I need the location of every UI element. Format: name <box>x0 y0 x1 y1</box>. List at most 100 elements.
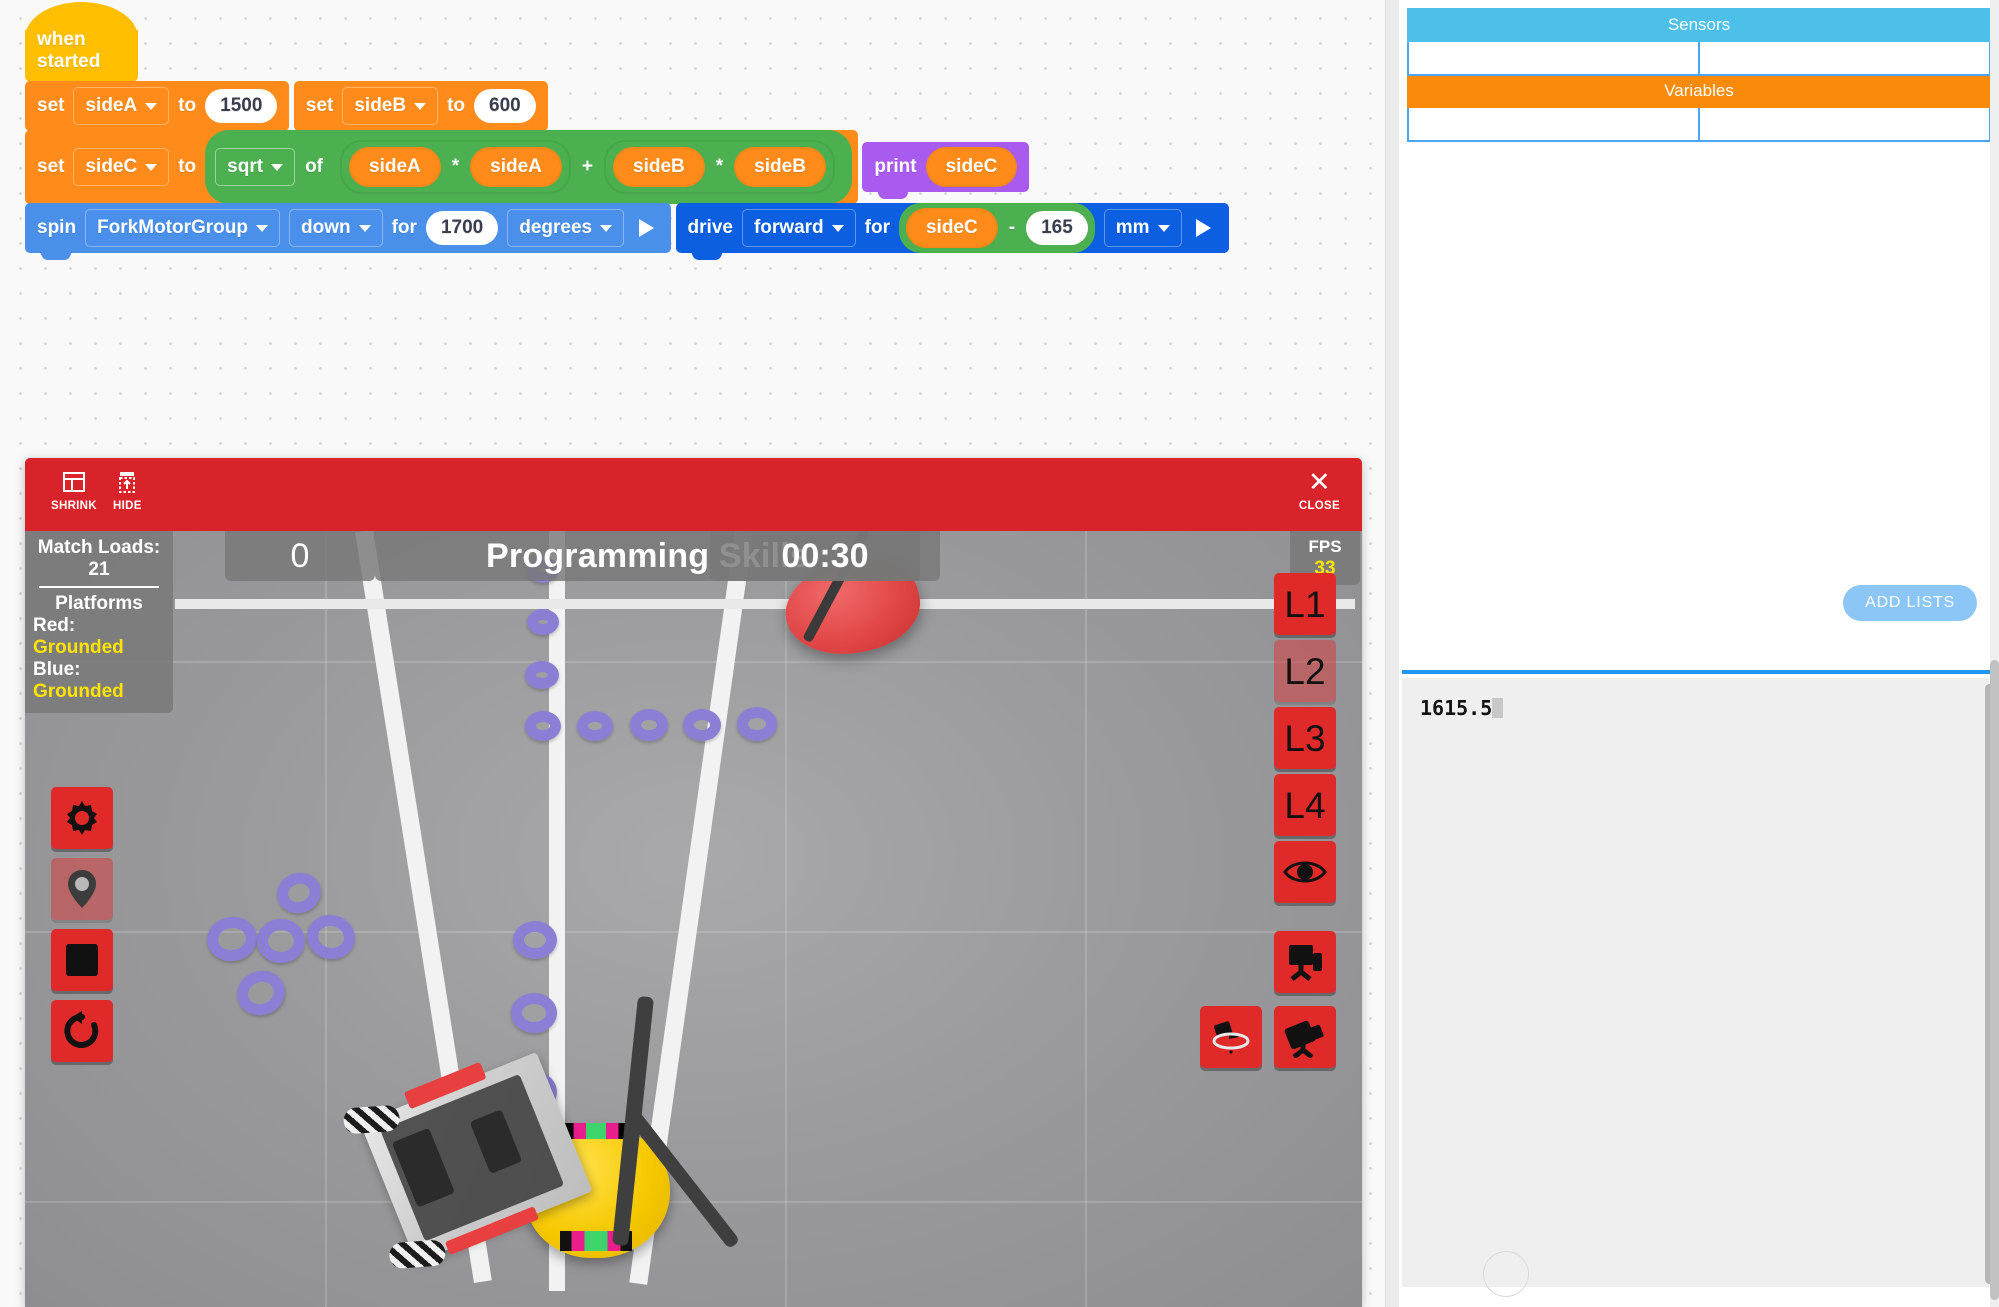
block-addition-operator[interactable]: sideA * sideA + sideB * sideB <box>333 135 842 199</box>
reset-rotate-icon <box>62 1011 102 1051</box>
platform-blue-row: Blue: Grounded <box>33 659 165 703</box>
game-ring <box>271 867 327 919</box>
motor-name: ForkMotorGroup <box>97 217 248 238</box>
variables-name-cell[interactable] <box>1407 106 1700 142</box>
block-set-sideA[interactable]: set sideA to 1500 <box>25 81 290 138</box>
camera-follow-button[interactable] <box>1274 1006 1336 1068</box>
score-value: 0 <box>225 531 375 581</box>
stop-square-icon <box>64 942 100 978</box>
eye-icon <box>1283 858 1327 886</box>
block-sqrt-operator[interactable]: sqrt of sideA * sideA + sideB * sideB <box>205 130 852 204</box>
red-mobile-goal <box>776 547 929 667</box>
simulation-field[interactable]: 0 Programming Skills 00:30 FPS 33 Match … <box>25 531 1362 1307</box>
variable-oval-sideB-1[interactable]: sideB <box>613 147 705 187</box>
block-print[interactable]: print sideC <box>862 142 1030 199</box>
for-keyword: for <box>391 217 417 238</box>
number-input-1500[interactable]: 1500 <box>205 89 278 123</box>
motor-dropdown[interactable]: ForkMotorGroup <box>85 209 280 247</box>
variable-oval-sideB-2[interactable]: sideB <box>734 147 826 187</box>
game-ring <box>230 964 292 1022</box>
block-stack: when started set sideA to 1500 set sideB <box>25 2 1385 260</box>
block-drive[interactable]: drive forward for sideC - 165 mm <box>675 203 1229 260</box>
level-3-button[interactable]: L3 <box>1274 707 1336 769</box>
game-ring <box>525 711 561 741</box>
variable-dropdown-sideB[interactable]: sideB <box>342 87 439 125</box>
level-4-button[interactable]: L4 <box>1274 774 1336 836</box>
close-button[interactable]: ✕ CLOSE <box>1299 467 1340 512</box>
block-multiply-operator-a[interactable]: sideA * sideA <box>340 140 571 194</box>
when-started-label: when started <box>37 29 101 72</box>
shrink-button[interactable]: SHRINK <box>51 467 97 512</box>
number-input-1700[interactable]: 1700 <box>425 211 499 245</box>
number-input-165[interactable]: 165 <box>1026 211 1088 245</box>
block-set-sideC[interactable]: set sideC to sqrt of sideA * sideA + sid… <box>25 130 858 211</box>
resize-grip[interactable] <box>1483 1251 1529 1297</box>
variables-header-row: Variables <box>1407 74 1991 108</box>
camera-orbit-button[interactable] <box>1200 1006 1262 1068</box>
scoreboard: 0 Programming Skills 00:30 FPS 33 <box>25 531 1362 587</box>
block-set-sideB[interactable]: set sideB to 600 <box>293 81 548 138</box>
drive-unit-dropdown[interactable]: mm <box>1103 209 1182 247</box>
run-block-button-drive[interactable] <box>1191 215 1217 241</box>
set-keyword: set <box>37 156 65 177</box>
game-ring <box>683 709 721 741</box>
variables-value-cell[interactable] <box>1698 106 1991 142</box>
variable-name: sideC <box>85 156 138 177</box>
camera-tripod-icon <box>1284 941 1326 983</box>
page-scrollbar-track[interactable] <box>1990 0 1999 1307</box>
add-lists-button[interactable]: ADD LISTS <box>1843 585 1977 621</box>
variable-oval-sideC-drive[interactable]: sideC <box>905 208 998 248</box>
stop-button[interactable] <box>51 929 113 991</box>
simulator-toolbar: SHRINK HIDE ✕ CLOSE <box>25 458 1362 531</box>
variable-dropdown-sideA[interactable]: sideA <box>73 87 170 125</box>
console-cursor <box>1492 698 1504 718</box>
reset-button[interactable] <box>51 1000 113 1062</box>
console-output[interactable]: 1615.5 <box>1402 678 1996 1287</box>
camera-fixed-button[interactable] <box>1274 931 1336 993</box>
settings-button[interactable] <box>51 787 113 849</box>
level-3-label: L3 <box>1284 717 1326 759</box>
console-separator <box>1402 670 1996 674</box>
variable-oval-sideA-2[interactable]: sideA <box>470 147 562 187</box>
hide-button[interactable]: HIDE <box>113 467 142 512</box>
match-hud: Match Loads: 21 Platforms Red: Grounded … <box>25 531 173 713</box>
number-input-600[interactable]: 600 <box>474 89 536 123</box>
monitor-panel: Sensors Variables ADD LISTS <box>1399 0 1999 645</box>
sensors-value-row <box>1407 40 1991 76</box>
simulator-panel: SHRINK HIDE ✕ CLOSE 0 Programming Skills… <box>25 458 1362 1307</box>
block-subtract-operator[interactable]: sideC - 165 <box>898 203 1095 253</box>
sensors-value-cell[interactable] <box>1698 40 1991 76</box>
camera-follow-icon <box>1283 1016 1327 1058</box>
variable-dropdown-sideC[interactable]: sideC <box>73 148 170 186</box>
shrink-icon <box>61 467 87 497</box>
level-2-button[interactable]: L2 <box>1274 640 1336 702</box>
game-ring <box>630 709 668 741</box>
spin-direction-dropdown[interactable]: down <box>289 209 383 247</box>
variable-oval-sideA-1[interactable]: sideA <box>349 147 441 187</box>
level-1-label: L1 <box>1284 583 1326 625</box>
math-function-dropdown[interactable]: sqrt <box>215 148 296 186</box>
view-button[interactable] <box>1274 841 1336 903</box>
level-1-button[interactable]: L1 <box>1274 573 1336 635</box>
location-button[interactable] <box>51 858 113 920</box>
spin-unit-dropdown[interactable]: degrees <box>507 209 625 247</box>
math-function-name: sqrt <box>227 156 264 177</box>
chevron-down-icon <box>414 102 427 110</box>
run-block-button-spin[interactable] <box>633 215 659 241</box>
variable-oval-sideC-print[interactable]: sideC <box>925 147 1018 187</box>
game-ring <box>525 661 559 689</box>
drive-direction-dropdown[interactable]: forward <box>741 209 856 247</box>
chevron-down-icon <box>1157 224 1170 232</box>
page-scrollbar-thumb[interactable] <box>1990 660 1999 1300</box>
block-when-started[interactable]: when started <box>25 2 138 82</box>
block-multiply-operator-b[interactable]: sideB * sideB <box>604 140 835 194</box>
hide-label: HIDE <box>113 500 142 512</box>
block-spin[interactable]: spin ForkMotorGroup down for 1700 degree… <box>25 203 672 260</box>
for-keyword-drive: for <box>864 217 890 238</box>
platform-red-value: Grounded <box>33 637 124 658</box>
platform-blue-value: Grounded <box>33 681 124 702</box>
chevron-down-icon <box>831 224 844 232</box>
sensors-name-cell[interactable] <box>1407 40 1700 76</box>
gear-icon <box>61 797 103 839</box>
game-ring <box>257 919 305 963</box>
